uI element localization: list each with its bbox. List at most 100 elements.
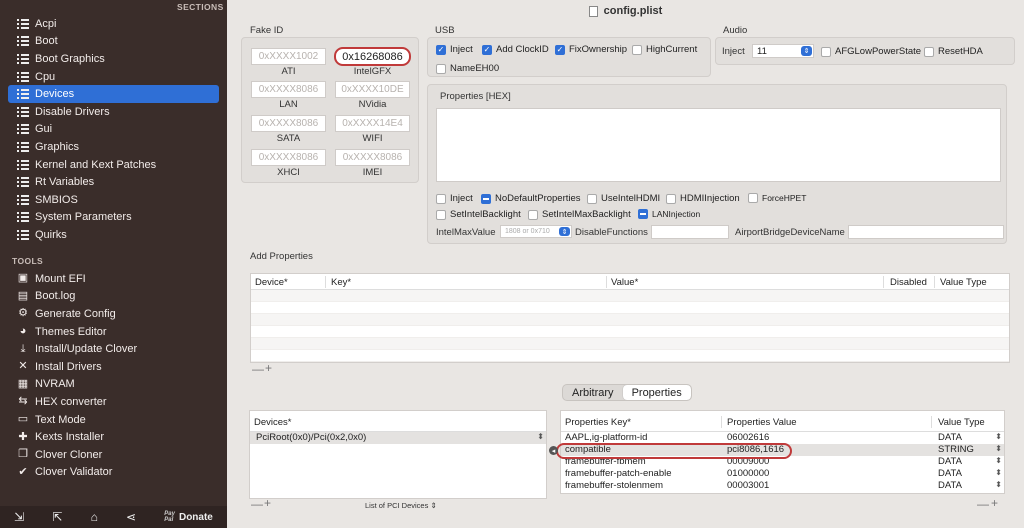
tool-label: Kexts Installer <box>35 431 105 444</box>
sidebar: SECTIONS Acpi Boot Boot Graphics Cpu Dev… <box>0 0 227 528</box>
tool-mount-efi[interactable]: ▣ Mount EFI <box>0 270 227 288</box>
sidebar-item-devices[interactable]: Devices <box>8 85 219 103</box>
sidebar-item-boot[interactable]: Boot <box>0 33 227 51</box>
tool-generate-config[interactable]: ⚙ Generate Config <box>0 305 227 323</box>
fake-id-xhci-field[interactable]: 0xXXXX8086 <box>251 149 326 166</box>
chevron-updown-icon[interactable]: ⬍ <box>995 468 1002 477</box>
fake-id-wifi-label: WIFI <box>362 133 383 144</box>
airportbridge-input[interactable] <box>848 225 1004 239</box>
flag-laninjection-checkbox[interactable]: LANInjection <box>638 209 700 219</box>
flag-setintelmaxbacklight-checkbox[interactable]: SetIntelMaxBacklight <box>528 209 631 220</box>
audio-afglowpowerstate-checkbox[interactable]: AFGLowPowerState <box>821 46 921 57</box>
sidebar-item-acpi[interactable]: Acpi <box>0 15 227 33</box>
sidebar-item-disable-drivers[interactable]: Disable Drivers <box>0 103 227 121</box>
intelmaxvalue-select[interactable]: 1808 or 0x710 ⇕ <box>500 225 572 238</box>
disablefunctions-input[interactable] <box>651 225 729 239</box>
tool-themes-editor[interactable]: ◕ Themes Editor <box>0 323 227 341</box>
table-row[interactable] <box>251 350 1009 362</box>
fake-id-wifi-field[interactable]: 0xXXXX14E4 <box>335 115 410 132</box>
list-icon <box>17 229 29 240</box>
table-row[interactable]: framebuffer-patch-enable 01000000 DATA ⬍ <box>561 468 1004 480</box>
sidebar-item-label: Gui <box>35 123 53 136</box>
properties-add-button[interactable]: + <box>991 496 998 510</box>
tool-nvram[interactable]: ▦ NVRAM <box>0 376 227 394</box>
usb-inject-checkbox[interactable]: ✓ Inject <box>436 44 473 55</box>
table-row[interactable] <box>251 302 1009 314</box>
add-properties-table[interactable]: Device* Key* Value* Disabled Value Type <box>250 273 1010 363</box>
usb-label: USB <box>435 25 455 36</box>
share-icon[interactable]: ⋖ <box>126 510 136 524</box>
devices-add-button[interactable]: + <box>264 496 271 510</box>
chevron-updown-icon[interactable]: ⬍ <box>995 444 1002 453</box>
import-icon[interactable]: ⇲ <box>14 510 24 524</box>
pci-devices-list-button[interactable]: List of PCI Devices ⇕ <box>365 501 437 510</box>
tool-boot-log[interactable]: ▤ Boot.log <box>0 288 227 306</box>
audio-resethda-checkbox[interactable]: ResetHDA <box>924 46 983 57</box>
sidebar-item-kernel-kext-patches[interactable]: Kernel and Kext Patches <box>0 156 227 174</box>
flag-useintelhdmi-checkbox[interactable]: UseIntelHDMI <box>587 193 660 204</box>
sidebar-item-graphics[interactable]: Graphics <box>0 138 227 156</box>
tool-install-update-clover[interactable]: ⤓ Install/Update Clover <box>0 340 227 358</box>
tool-text-mode[interactable]: ▭ Text Mode <box>0 411 227 429</box>
fake-id-intelgfx-field[interactable]: 0x16268086 <box>334 47 411 66</box>
chevron-updown-icon[interactable]: ⬍ <box>995 432 1002 441</box>
export-icon[interactable]: ⇱ <box>52 510 62 524</box>
fake-id-imei-field[interactable]: 0xXXXX8086 <box>335 149 410 166</box>
chevron-updown-icon: ⇕ <box>559 227 570 236</box>
fake-id-ati-label: ATI <box>281 66 296 77</box>
tool-label: Install Drivers <box>35 360 102 373</box>
fake-id-nvidia-label: NVidia <box>358 99 387 110</box>
chevron-updown-icon[interactable]: ⬍ <box>537 432 544 441</box>
chevron-updown-icon[interactable]: ⬍ <box>995 480 1002 489</box>
sidebar-item-quirks[interactable]: Quirks <box>0 226 227 244</box>
tool-kexts-installer[interactable]: ✚ Kexts Installer <box>0 428 227 446</box>
properties-hex-textarea[interactable] <box>436 108 1001 182</box>
sidebar-item-cpu[interactable]: Cpu <box>0 68 227 86</box>
sidebar-item-system-parameters[interactable]: System Parameters <box>0 209 227 227</box>
add-properties-add-button[interactable]: + <box>265 361 272 375</box>
sidebar-item-rt-variables[interactable]: Rt Variables <box>0 173 227 191</box>
sidebar-item-gui[interactable]: Gui <box>0 121 227 139</box>
tab-arbitrary[interactable]: Arbitrary <box>563 385 623 400</box>
fake-id-nvidia-field[interactable]: 0xXXXX10DE <box>335 81 410 98</box>
fake-id-sata-field[interactable]: 0xXXXX8086 <box>251 115 326 132</box>
table-row[interactable] <box>251 326 1009 338</box>
table-row[interactable] <box>251 338 1009 350</box>
tool-label: HEX converter <box>35 395 107 408</box>
list-icon <box>17 18 29 29</box>
table-row[interactable]: PciRoot(0x0)/Pci(0x2,0x0) ⬍ <box>250 432 546 444</box>
flag-forcehpet-checkbox[interactable]: ForceHPET <box>748 193 806 203</box>
flag-setintelbacklight-checkbox[interactable]: SetIntelBacklight <box>436 209 521 220</box>
chevron-updown-icon[interactable]: ⬍ <box>995 456 1002 465</box>
tool-hex-converter[interactable]: ⇆ HEX converter <box>0 393 227 411</box>
sidebar-item-label: Disable Drivers <box>35 105 110 118</box>
tool-clover-cloner[interactable]: ❐ Clover Cloner <box>0 446 227 464</box>
flag-inject-checkbox[interactable]: Inject <box>436 193 473 204</box>
flag-hdmiinjection-checkbox[interactable]: HDMIInjection <box>666 193 740 204</box>
usb-highcurrent-checkbox[interactable]: HighCurrent <box>632 44 697 55</box>
fake-id-ati-field[interactable]: 0xXXXX1002 <box>251 48 326 65</box>
usb-nameeh00-checkbox[interactable]: NameEH00 <box>436 63 499 74</box>
add-properties-remove-button[interactable]: — <box>252 362 264 376</box>
flag-nodefaultproperties-checkbox[interactable]: NoDefaultProperties <box>481 193 581 204</box>
audio-inject-select[interactable]: 11 ⇕ <box>752 44 814 58</box>
fake-id-lan-label: LAN <box>279 99 298 110</box>
tab-properties[interactable]: Properties <box>622 385 691 400</box>
table-row[interactable]: framebuffer-stolenmem 00003001 DATA ⬍ <box>561 480 1004 492</box>
devices-table[interactable]: Devices* PciRoot(0x0)/Pci(0x2,0x0) ⬍ <box>249 410 547 499</box>
tool-label: Themes Editor <box>35 325 107 338</box>
usb-add-clockid-checkbox[interactable]: ✓ Add ClockID <box>482 44 549 55</box>
table-row[interactable] <box>251 314 1009 326</box>
tool-install-drivers[interactable]: ✕ Install Drivers <box>0 358 227 376</box>
home-icon[interactable]: ⌂ <box>91 510 98 524</box>
sidebar-item-smbios[interactable]: SMBIOS <box>0 191 227 209</box>
usb-fixownership-checkbox[interactable]: ✓ FixOwnership <box>555 44 627 55</box>
tool-clover-validator[interactable]: ✔ Clover Validator <box>0 464 227 482</box>
fake-id-lan-field[interactable]: 0xXXXX8086 <box>251 81 326 98</box>
properties-remove-button[interactable]: — <box>977 497 989 511</box>
audio-label: Audio <box>723 25 748 36</box>
table-row[interactable] <box>251 290 1009 302</box>
donate-button[interactable]: Pay Pal Donate <box>164 511 213 523</box>
devices-remove-button[interactable]: — <box>251 497 263 511</box>
sidebar-item-boot-graphics[interactable]: Boot Graphics <box>0 50 227 68</box>
